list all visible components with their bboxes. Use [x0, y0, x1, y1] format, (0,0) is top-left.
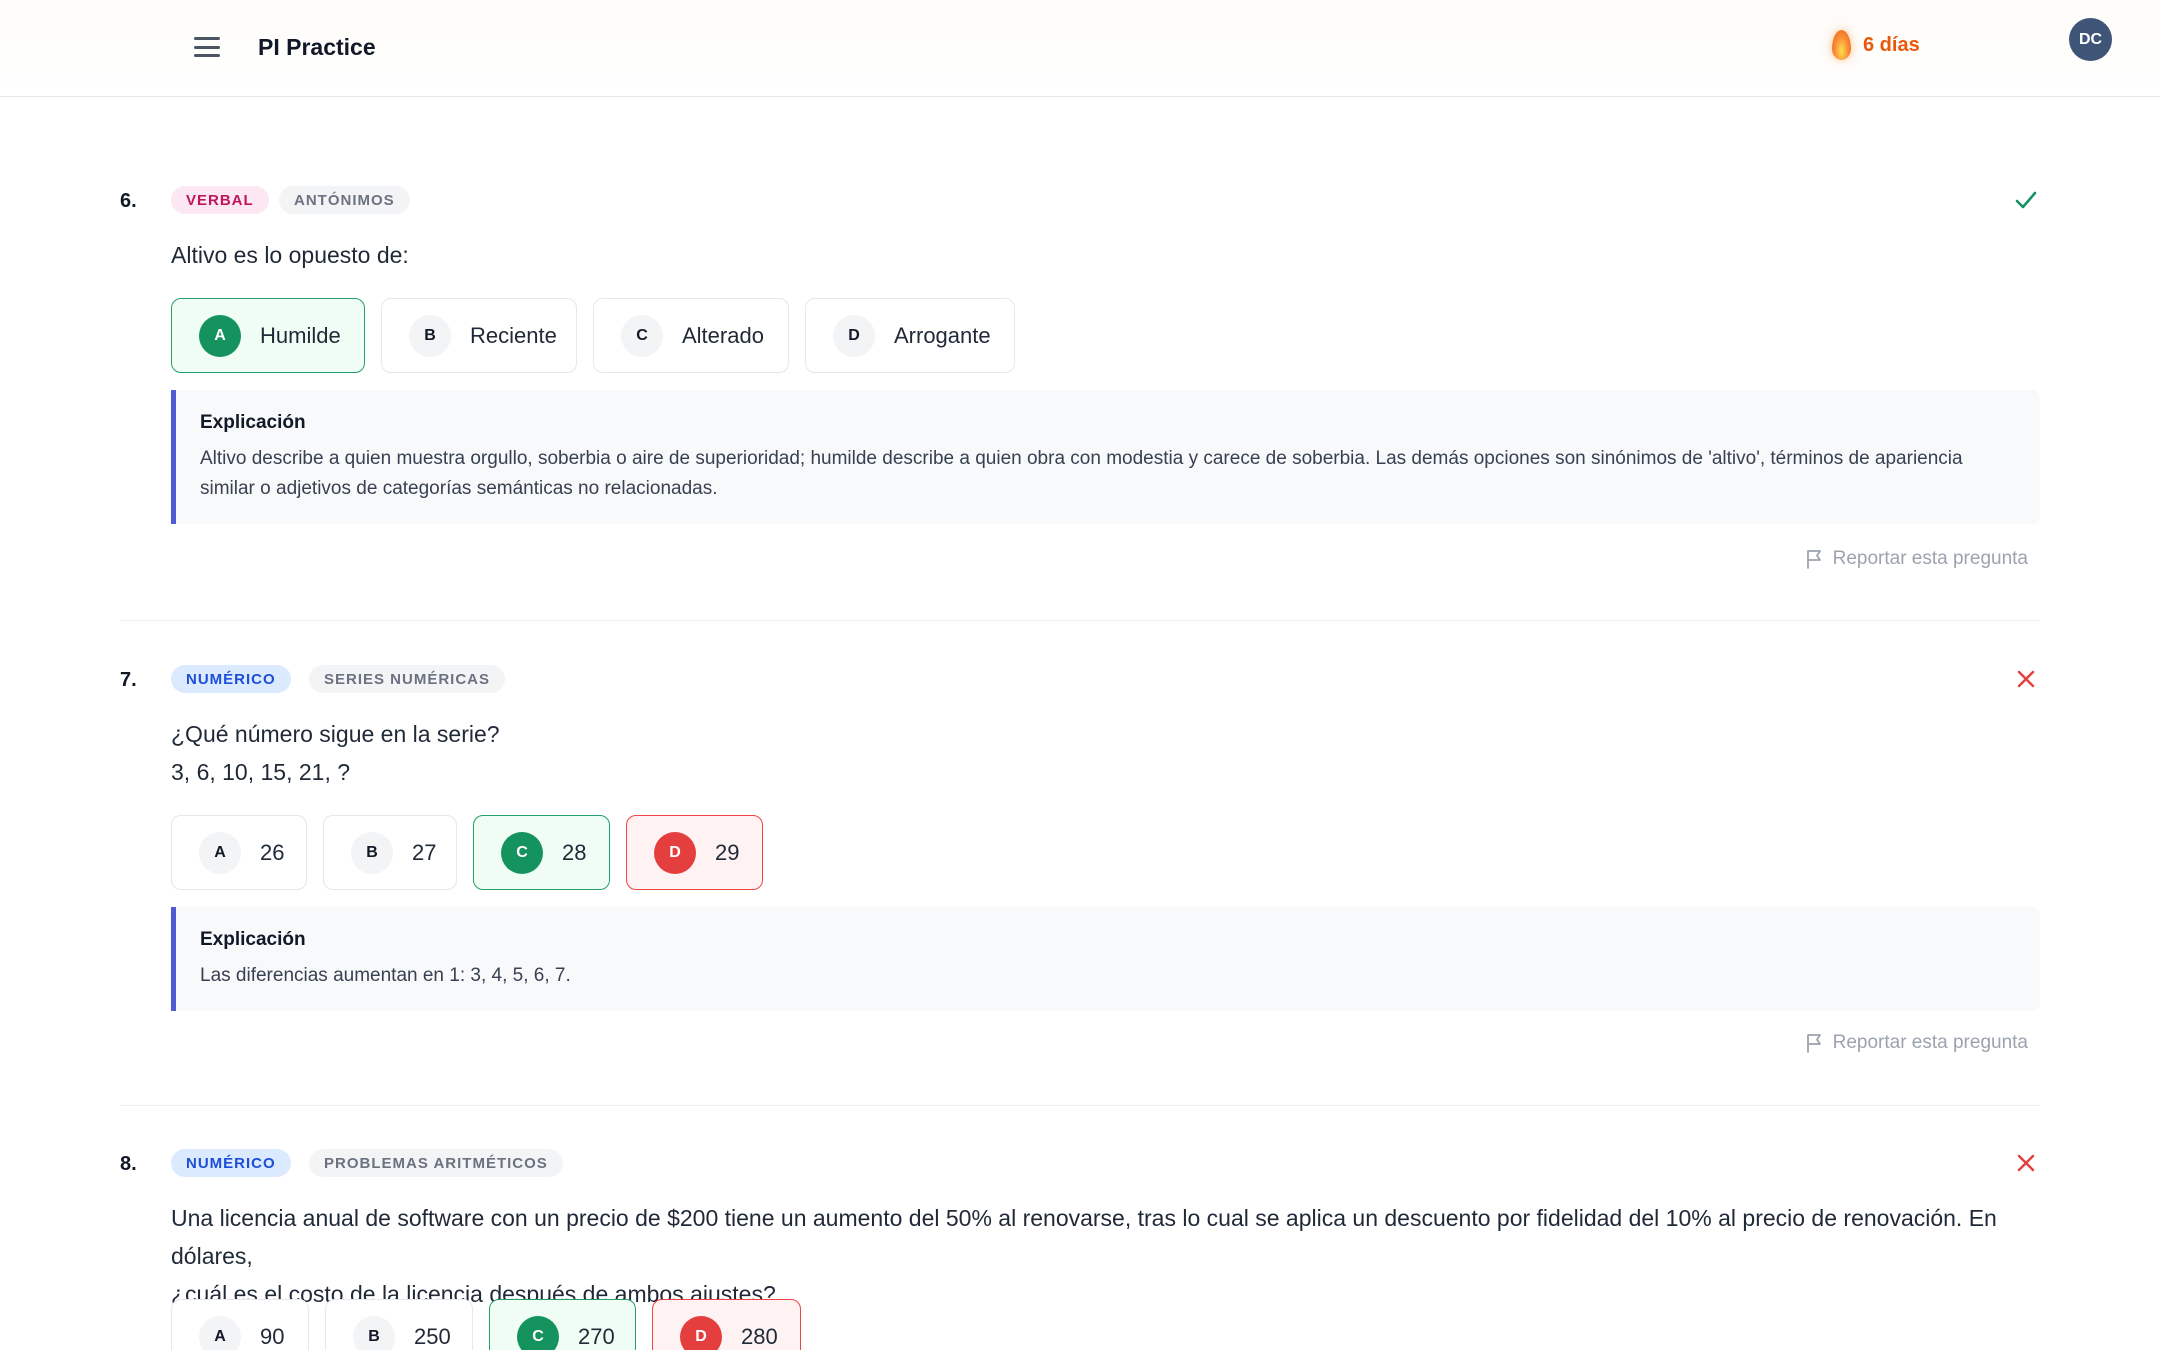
user-avatar[interactable]: DC [2069, 18, 2112, 61]
question-divider [120, 620, 2040, 621]
report-label: Reportar esta pregunta [1832, 548, 2028, 569]
option-a[interactable]: A 26 [171, 815, 307, 890]
topic-badge: ANTÓNIMOS [279, 186, 410, 214]
hamburger-icon-line [194, 45, 220, 49]
option-label: Humilde [260, 322, 341, 348]
question-text-line: Una licencia anual de software con un pr… [171, 1205, 1997, 1269]
report-question-link[interactable]: Reportar esta pregunta [1805, 548, 2028, 570]
option-letter: C [621, 314, 663, 357]
check-icon [2015, 191, 2037, 209]
category-badge: NUMÉRICO [171, 665, 291, 693]
option-letter: B [409, 314, 451, 357]
option-label: 28 [562, 839, 587, 865]
question-text-line: ¿Qué número sigue en la serie? [171, 721, 500, 747]
close-icon [2017, 670, 2035, 688]
option-letter: D [833, 314, 875, 357]
question-text-line: Altivo es lo opuesto de: [171, 242, 409, 268]
option-letter: B [353, 1315, 395, 1350]
option-letter: A [199, 314, 241, 357]
hamburger-icon-line [194, 37, 220, 40]
question-7: 7. NUMÉRICO SERIES NUMÉRICAS ¿Qué número… [120, 665, 2040, 1106]
streak-days: 6 días [1863, 33, 1920, 56]
option-label: Arrogante [894, 322, 991, 348]
option-letter: D [654, 831, 696, 874]
option-label: 280 [741, 1323, 778, 1349]
option-letter: D [680, 1315, 722, 1350]
option-label: 90 [260, 1323, 285, 1349]
answer-options: A 26 B 27 C 28 D 29 [171, 815, 763, 890]
topic-badge: SERIES NUMÉRICAS [309, 665, 506, 693]
option-label: 270 [578, 1323, 615, 1349]
answer-options: A Humilde B Reciente C Alterado D Arroga… [171, 298, 1015, 373]
category-badge: NUMÉRICO [171, 1149, 291, 1177]
top-bar: PI Practice 6 días DC [0, 0, 2160, 97]
option-c[interactable]: C 28 [473, 815, 610, 890]
option-label: 29 [715, 839, 740, 865]
question-text: Altivo es lo opuesto de: [171, 236, 409, 274]
flag-icon [1806, 1034, 1821, 1053]
question-text-line: 3, 6, 10, 15, 21, ? [171, 759, 351, 785]
option-letter: A [199, 1315, 241, 1350]
hamburger-menu-button[interactable] [190, 32, 224, 62]
question-number: 7. [120, 669, 137, 691]
question-number: 6. [120, 190, 137, 212]
option-letter: A [199, 831, 241, 874]
explanation-box: Explicación Altivo describe a quien mues… [171, 390, 2040, 524]
option-d[interactable]: D 280 [652, 1299, 801, 1350]
question-8: 8. NUMÉRICO PROBLEMAS ARITMÉTICOS Una li… [120, 1149, 2040, 1350]
option-label: 250 [414, 1323, 451, 1349]
explanation-text: Las diferencias aumentan en 1: 3, 4, 5, … [200, 965, 571, 986]
close-icon [2017, 1154, 2035, 1172]
question-number: 8. [120, 1153, 137, 1175]
question-text: Una licencia anual de software con un pr… [171, 1199, 2040, 1313]
option-letter: C [517, 1315, 559, 1350]
app-title: PI Practice [258, 34, 376, 60]
hamburger-icon-line [194, 54, 220, 57]
report-question-link[interactable]: Reportar esta pregunta [1805, 1032, 2028, 1054]
option-label: 26 [260, 839, 285, 865]
option-label: 27 [412, 839, 437, 865]
option-letter: B [351, 831, 393, 874]
report-label: Reportar esta pregunta [1832, 1032, 2028, 1053]
option-label: Reciente [470, 322, 557, 348]
option-d[interactable]: D Arrogante [805, 298, 1015, 373]
option-d[interactable]: D 29 [626, 815, 763, 890]
explanation-title: Explicación [200, 412, 306, 433]
flag-icon [1806, 550, 1821, 569]
explanation-title: Explicación [200, 929, 306, 950]
question-text: ¿Qué número sigue en la serie? 3, 6, 10,… [171, 715, 500, 791]
question-6: 6. VERBAL ANTÓNIMOS Altivo es lo opuesto… [120, 186, 2040, 621]
option-b[interactable]: B 27 [323, 815, 457, 890]
option-label: Alterado [682, 322, 764, 348]
category-badge: VERBAL [171, 186, 269, 214]
explanation-text: Altivo describe a quien muestra orgullo,… [200, 448, 1963, 499]
option-c[interactable]: C 270 [489, 1299, 636, 1350]
question-divider [120, 1105, 2040, 1106]
option-a[interactable]: A Humilde [171, 298, 365, 373]
option-b[interactable]: B 250 [325, 1299, 473, 1350]
streak-indicator[interactable]: 6 días [1832, 30, 1920, 60]
topic-badge: PROBLEMAS ARITMÉTICOS [309, 1149, 563, 1177]
flame-icon [1832, 30, 1851, 60]
option-c[interactable]: C Alterado [593, 298, 789, 373]
option-letter: C [501, 831, 543, 874]
explanation-box: Explicación Las diferencias aumentan en … [171, 907, 2040, 1011]
answer-options: A 90 B 250 C 270 D 280 [171, 1299, 801, 1350]
option-b[interactable]: B Reciente [381, 298, 577, 373]
option-a[interactable]: A 90 [171, 1299, 309, 1350]
